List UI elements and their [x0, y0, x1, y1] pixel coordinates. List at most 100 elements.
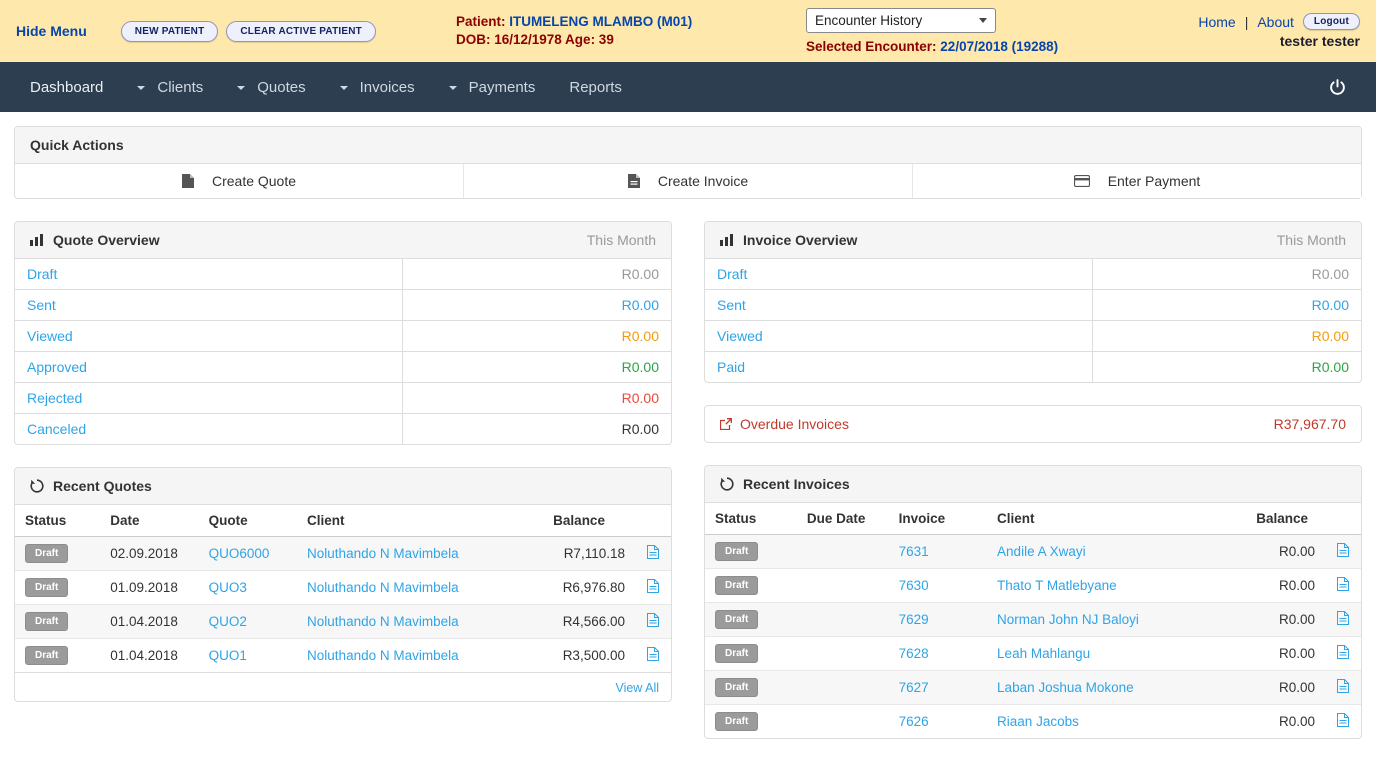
nav-invoices[interactable]: Invoices: [340, 79, 415, 96]
invoice-number-link[interactable]: 7627: [899, 680, 929, 695]
selected-encounter-label: Selected Encounter:: [806, 39, 937, 54]
quote-row: Draft 01.09.2018 QUO3 Noluthando N Mavim…: [15, 571, 671, 605]
top-header-bar: Hide Menu NEW PATIENT CLEAR ACTIVE PATIE…: [0, 0, 1376, 62]
client-link[interactable]: Noluthando N Mavimbela: [307, 648, 459, 663]
quote-status-approved-link[interactable]: Approved: [15, 352, 402, 382]
client-link[interactable]: Laban Joshua Mokone: [997, 680, 1134, 695]
enter-payment-label: Enter Payment: [1108, 173, 1201, 189]
nav-reports-label: Reports: [569, 79, 622, 96]
file-text-icon[interactable]: [1337, 579, 1349, 594]
status-badge: Draft: [715, 610, 758, 629]
invoice-due-date: [797, 671, 889, 705]
invoice-number-link[interactable]: 7628: [899, 646, 929, 661]
external-link-icon: [720, 418, 732, 430]
file-text-icon[interactable]: [647, 581, 659, 596]
invoice-status-sent-link[interactable]: Sent: [705, 290, 1092, 320]
client-link[interactable]: Noluthando N Mavimbela: [307, 580, 459, 595]
quote-number-link[interactable]: QUO6000: [209, 546, 270, 561]
invoice-status-paid-value: R0.00: [1092, 352, 1361, 382]
status-badge: Draft: [715, 712, 758, 731]
nav-reports[interactable]: Reports: [569, 79, 622, 96]
client-link[interactable]: Noluthando N Mavimbela: [307, 614, 459, 629]
quote-number-link[interactable]: QUO1: [209, 648, 247, 663]
create-invoice-button[interactable]: Create Invoice: [463, 164, 912, 198]
client-link[interactable]: Thato T Matlebyane: [997, 578, 1117, 593]
col-balance: Balance: [543, 505, 635, 537]
invoice-status-paid-link[interactable]: Paid: [705, 352, 1092, 382]
client-link[interactable]: Noluthando N Mavimbela: [307, 546, 459, 561]
file-text-icon[interactable]: [1337, 613, 1349, 628]
recent-invoices-panel: Recent Invoices Status Due Date Invoice …: [704, 465, 1362, 739]
overdue-invoices-panel: Overdue Invoices R37,967.70: [704, 405, 1362, 443]
invoice-number-link[interactable]: 7630: [899, 578, 929, 593]
file-text-icon[interactable]: [647, 615, 659, 630]
file-text-icon[interactable]: [1337, 545, 1349, 560]
new-patient-button[interactable]: NEW PATIENT: [121, 21, 219, 42]
invoice-overview-title: Invoice Overview: [743, 232, 857, 248]
client-link[interactable]: Leah Mahlangu: [997, 646, 1090, 661]
file-icon: [182, 174, 194, 188]
recent-quotes-table: Status Date Quote Client Balance Draft 0…: [15, 505, 671, 672]
file-text-icon[interactable]: [1337, 715, 1349, 730]
quote-status-canceled-value: R0.00: [402, 414, 671, 444]
file-text-icon[interactable]: [647, 649, 659, 664]
invoice-status-draft-link[interactable]: Draft: [705, 259, 1092, 289]
status-badge: Draft: [25, 612, 68, 631]
clear-active-patient-button[interactable]: CLEAR ACTIVE PATIENT: [226, 21, 376, 42]
nav-clients[interactable]: Clients: [137, 79, 203, 96]
home-link[interactable]: Home: [1198, 14, 1235, 30]
col-quote: Quote: [199, 505, 297, 537]
invoice-status-viewed-link[interactable]: Viewed: [705, 321, 1092, 351]
quote-status-draft-link[interactable]: Draft: [15, 259, 402, 289]
power-icon[interactable]: [1329, 79, 1346, 96]
file-text-icon[interactable]: [1337, 647, 1349, 662]
overdue-invoices-link[interactable]: Overdue Invoices: [720, 416, 849, 432]
selected-encounter-link[interactable]: 22/07/2018 (19288): [940, 39, 1058, 54]
quote-status-viewed-link[interactable]: Viewed: [15, 321, 402, 351]
encounter-history-select[interactable]: Encounter History: [806, 8, 996, 33]
credit-card-icon: [1074, 175, 1090, 187]
quote-overview-row: Canceled R0.00: [15, 414, 671, 444]
file-invoice-icon: [628, 174, 640, 188]
enter-payment-button[interactable]: Enter Payment: [912, 164, 1361, 198]
quote-status-canceled-link[interactable]: Canceled: [15, 414, 402, 444]
quote-status-sent-link[interactable]: Sent: [15, 290, 402, 320]
quote-number-link[interactable]: QUO2: [209, 614, 247, 629]
invoice-number-link[interactable]: 7631: [899, 544, 929, 559]
file-text-icon[interactable]: [1337, 681, 1349, 696]
patient-name-link[interactable]: ITUMELENG MLAMBO (M01): [509, 14, 692, 29]
quote-balance: R7,110.18: [543, 537, 635, 571]
nav-clients-label: Clients: [157, 79, 203, 96]
view-all-quotes-link[interactable]: View All: [615, 681, 659, 695]
client-link[interactable]: Norman John NJ Baloyi: [997, 612, 1139, 627]
bar-chart-icon: [30, 234, 44, 246]
invoice-status-draft-value: R0.00: [1092, 259, 1361, 289]
quote-row: Draft 01.04.2018 QUO1 Noluthando N Mavim…: [15, 639, 671, 673]
logout-button[interactable]: Logout: [1303, 13, 1360, 30]
invoice-balance: R0.00: [1246, 569, 1325, 603]
quote-date: 02.09.2018: [100, 537, 198, 571]
quote-balance: R3,500.00: [543, 639, 635, 673]
about-link[interactable]: About: [1257, 14, 1294, 30]
topbar-left-group: Hide Menu NEW PATIENT CLEAR ACTIVE PATIE…: [16, 21, 456, 42]
invoice-row: Draft 7631 Andile A Xwayi R0.00: [705, 535, 1361, 569]
quote-status-rejected-link[interactable]: Rejected: [15, 383, 402, 413]
quote-number-link[interactable]: QUO3: [209, 580, 247, 595]
col-due-date: Due Date: [797, 503, 889, 535]
patient-dob-age: DOB: 16/12/1978 Age: 39: [456, 31, 806, 49]
invoice-overview-period: This Month: [1277, 232, 1346, 248]
create-invoice-label: Create Invoice: [658, 173, 748, 189]
client-link[interactable]: Andile A Xwayi: [997, 544, 1086, 559]
nav-payments[interactable]: Payments: [449, 79, 536, 96]
file-text-icon[interactable]: [647, 547, 659, 562]
overdue-invoices-value: R37,967.70: [1274, 416, 1346, 432]
invoice-number-link[interactable]: 7629: [899, 612, 929, 627]
create-quote-label: Create Quote: [212, 173, 296, 189]
client-link[interactable]: Riaan Jacobs: [997, 714, 1079, 729]
nav-dashboard[interactable]: Dashboard: [30, 79, 103, 96]
nav-quotes[interactable]: Quotes: [237, 79, 305, 96]
status-badge: Draft: [715, 644, 758, 663]
invoice-number-link[interactable]: 7626: [899, 714, 929, 729]
hide-menu-link[interactable]: Hide Menu: [16, 23, 87, 39]
create-quote-button[interactable]: Create Quote: [15, 164, 463, 198]
